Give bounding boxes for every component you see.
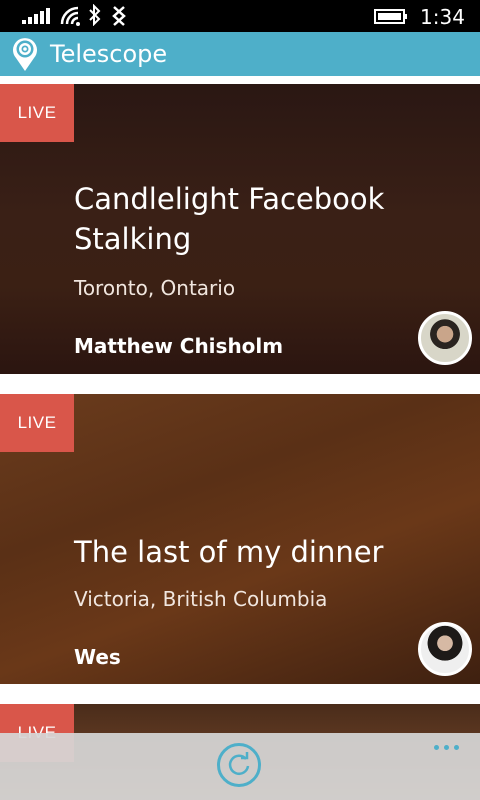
location-pin-icon [13,38,37,71]
more-dots-icon [434,745,439,750]
battery-icon [374,9,407,24]
broadcast-author[interactable]: Wes [74,645,121,669]
signal-icon [22,8,52,24]
app-header: Telescope [0,32,480,76]
data-icon [112,6,126,26]
wifi-icon [60,6,80,26]
avatar[interactable] [418,622,472,676]
broadcast-card[interactable]: LIVE Candlelight Facebook Stalking Toron… [0,84,480,374]
app-bar [0,733,480,800]
live-badge: LIVE [0,84,74,142]
refresh-icon [228,752,250,775]
broadcast-card[interactable]: LIVE The last of my dinner Victoria, Bri… [0,394,480,684]
app-title: Telescope [50,40,168,68]
more-button[interactable] [432,739,462,759]
broadcast-author[interactable]: Matthew Chisholm [74,334,283,358]
avatar[interactable] [418,311,472,365]
broadcast-location: Toronto, Ontario [74,276,236,300]
status-bar: 1:34 [0,0,480,32]
refresh-button[interactable] [217,743,261,787]
broadcast-location: Victoria, British Columbia [74,587,328,611]
live-badge: LIVE [0,394,74,452]
broadcast-title: The last of my dinner [74,535,384,569]
clock: 1:34 [420,5,465,29]
broadcast-title: Candlelight Facebook Stalking [74,182,385,256]
bluetooth-icon [89,4,101,26]
